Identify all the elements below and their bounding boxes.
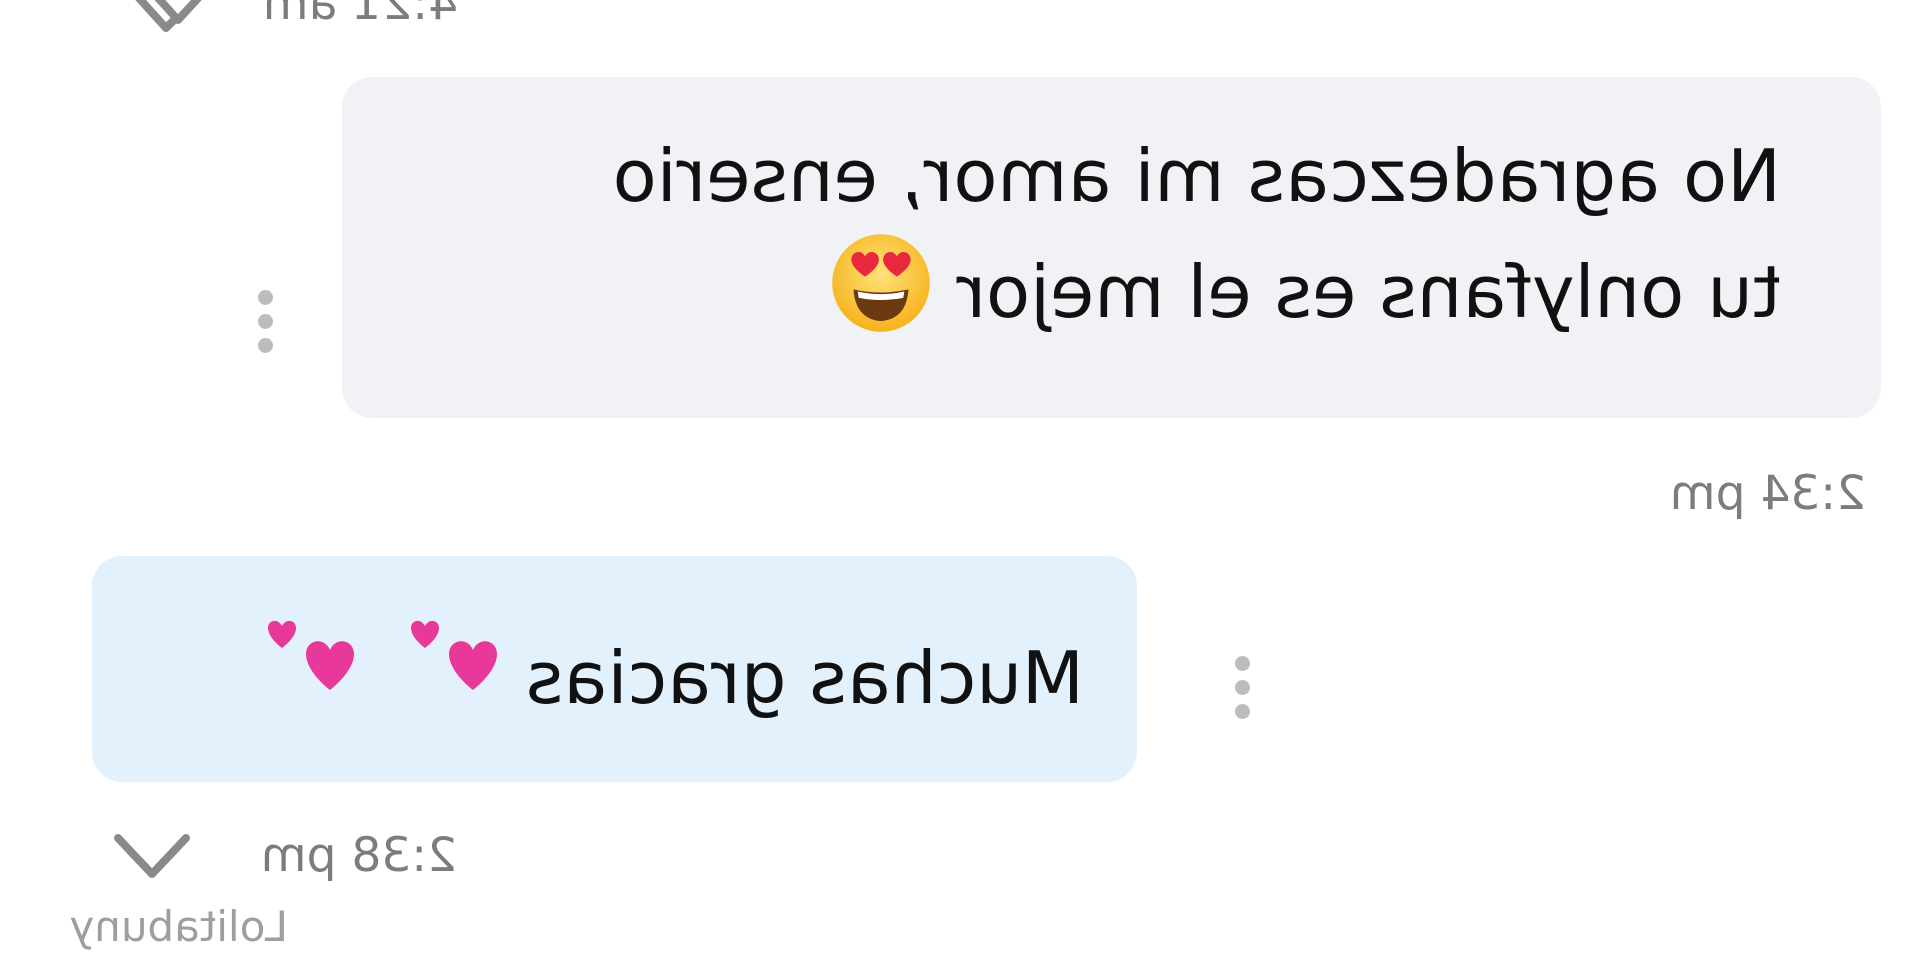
previous-timestamp: 4:21 am	[263, 0, 458, 31]
sent-message-text: Muchas gracias	[525, 636, 1084, 721]
heart-eyes-emoji-icon	[828, 230, 934, 365]
chat-screenshot: 4:21 am No agradezcas mi amor, enserio t…	[0, 0, 1920, 970]
double-check-icon	[124, 0, 204, 38]
received-message-bubble[interactable]: No agradezcas mi amor, enserio tu onlyfa…	[342, 77, 1881, 418]
previous-time-text: 4:21 am	[262, 0, 458, 31]
sent-message-bubble[interactable]: Muchas gracias	[92, 556, 1137, 782]
received-message-options-icon[interactable]	[256, 290, 276, 362]
two-hearts-emoji-icon	[383, 614, 503, 753]
sent-message-content: Muchas gracias	[240, 614, 1084, 753]
received-message-text: No agradezcas mi amor, enserio tu onlyfa…	[613, 123, 1781, 365]
received-line-2: tu onlyfans es el mejor	[613, 230, 1781, 365]
received-line-2-text: tu onlyfans es el mejor	[956, 250, 1781, 335]
watermark: Lolitabuny	[69, 902, 288, 951]
sent-message-options-icon[interactable]	[1233, 656, 1253, 728]
sent-timestamp: 2:38 pm	[260, 828, 457, 883]
received-timestamp: 2:34 pm	[1669, 466, 1866, 521]
two-hearts-emoji-icon-2	[240, 614, 360, 753]
check-icon	[112, 828, 192, 884]
received-line-1: No agradezcas mi amor, enserio	[612, 134, 1781, 218]
